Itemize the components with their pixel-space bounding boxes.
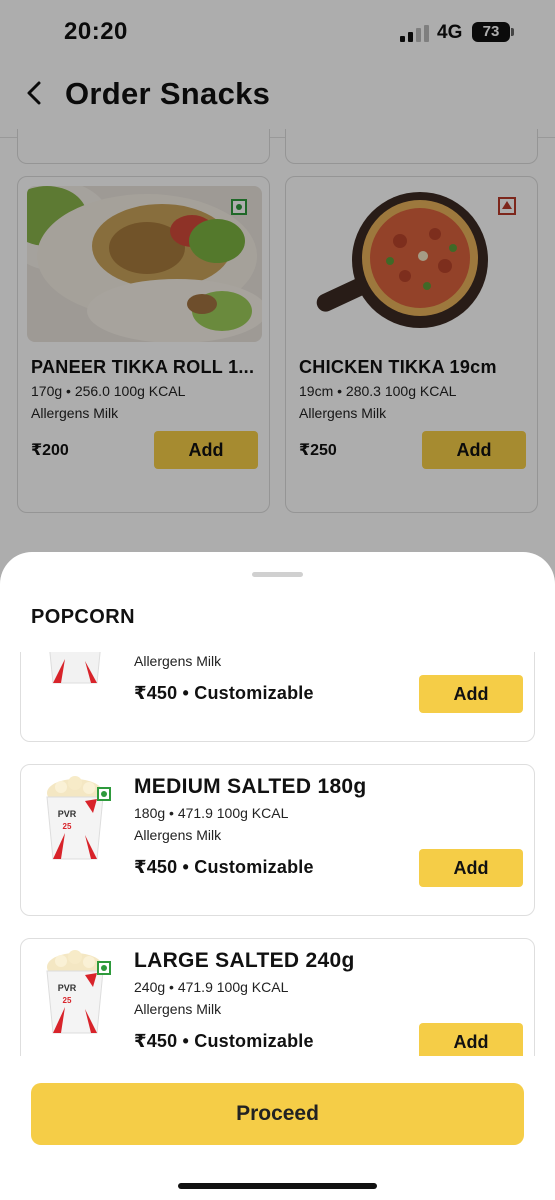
add-button[interactable]: Add xyxy=(419,849,523,887)
popcorn-meta: 240g • 471.9 100g KCAL xyxy=(134,979,289,995)
sheet-title: POPCORN xyxy=(31,606,135,628)
popcorn-name: LARGE SALTED 240g xyxy=(134,949,355,972)
popcorn-price: ₹450 • Customizable xyxy=(134,1031,314,1051)
veg-icon xyxy=(97,961,111,975)
popcorn-tub-image: 25 xyxy=(35,652,115,687)
add-button[interactable]: Add xyxy=(419,675,523,713)
popcorn-allergens: Allergens Milk xyxy=(134,653,222,669)
popcorn-meta: 180g • 471.9 100g KCAL xyxy=(134,805,289,821)
popcorn-bottom-sheet: POPCORN 25 Allergens Milk ₹450 • Customi… xyxy=(0,552,555,1200)
tub-brand: PVR xyxy=(58,809,77,819)
home-indicator[interactable] xyxy=(178,1183,377,1189)
sheet-drag-handle[interactable] xyxy=(252,572,303,577)
popcorn-card-medium-salted[interactable]: PVR 25 MEDIUM SALTED 180g 180g • 471.9 1… xyxy=(20,764,535,916)
tub-number: 25 xyxy=(63,996,72,1005)
popcorn-card[interactable]: 25 Allergens Milk ₹450 • Customizable Ad… xyxy=(20,652,535,742)
popcorn-price: ₹450 • Customizable xyxy=(134,857,314,877)
proceed-button[interactable]: Proceed xyxy=(31,1083,524,1145)
popcorn-card-large-salted[interactable]: PVR 25 LARGE SALTED 240g 240g • 471.9 10… xyxy=(20,938,535,1056)
popcorn-allergens: Allergens Milk xyxy=(134,1001,222,1017)
add-button[interactable]: Add xyxy=(419,1023,523,1056)
popcorn-allergens: Allergens Milk xyxy=(134,827,222,843)
popcorn-price: ₹450 • Customizable xyxy=(134,683,314,703)
popcorn-list[interactable]: 25 Allergens Milk ₹450 • Customizable Ad… xyxy=(0,652,555,1056)
tub-brand: PVR xyxy=(58,983,77,993)
tub-number: 25 xyxy=(63,822,72,831)
veg-icon xyxy=(97,787,111,801)
popcorn-name: MEDIUM SALTED 180g xyxy=(134,775,367,798)
